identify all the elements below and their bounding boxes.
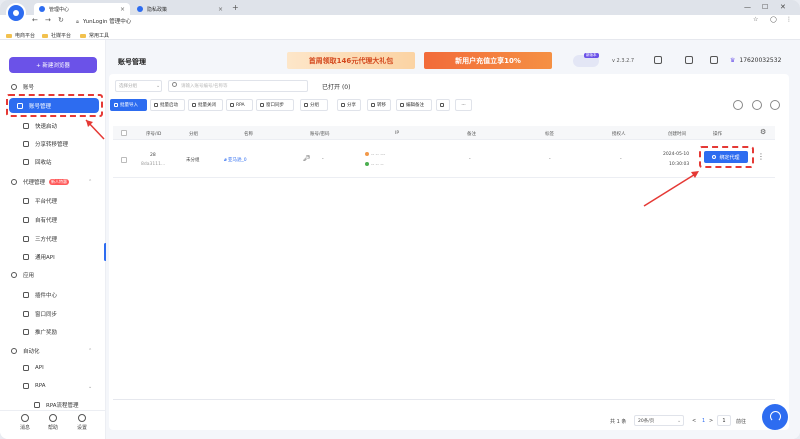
- app-frame: 管理中心 × 隐私政策 × + — ☐ ✕ ← → ↻ 🔒︎ YunLogin 管…: [0, 0, 800, 439]
- arrow-line-right: [643, 172, 698, 207]
- footer-divider: [113, 399, 775, 400]
- total-count: 共 1 条: [610, 419, 627, 425]
- goto-label: 前往: [736, 419, 747, 425]
- goto-page-input[interactable]: 1: [717, 415, 731, 426]
- app-logo-icon: [6, 3, 26, 23]
- current-page[interactable]: 1: [702, 418, 705, 424]
- arrow-head-right: [691, 171, 699, 178]
- prev-page-button[interactable]: <: [692, 418, 696, 424]
- customer-support-icon[interactable]: [762, 404, 788, 430]
- chevron-down-icon: ⌄: [677, 418, 682, 424]
- next-page-button[interactable]: >: [709, 418, 713, 424]
- annotation-arrows: [85, 119, 699, 207]
